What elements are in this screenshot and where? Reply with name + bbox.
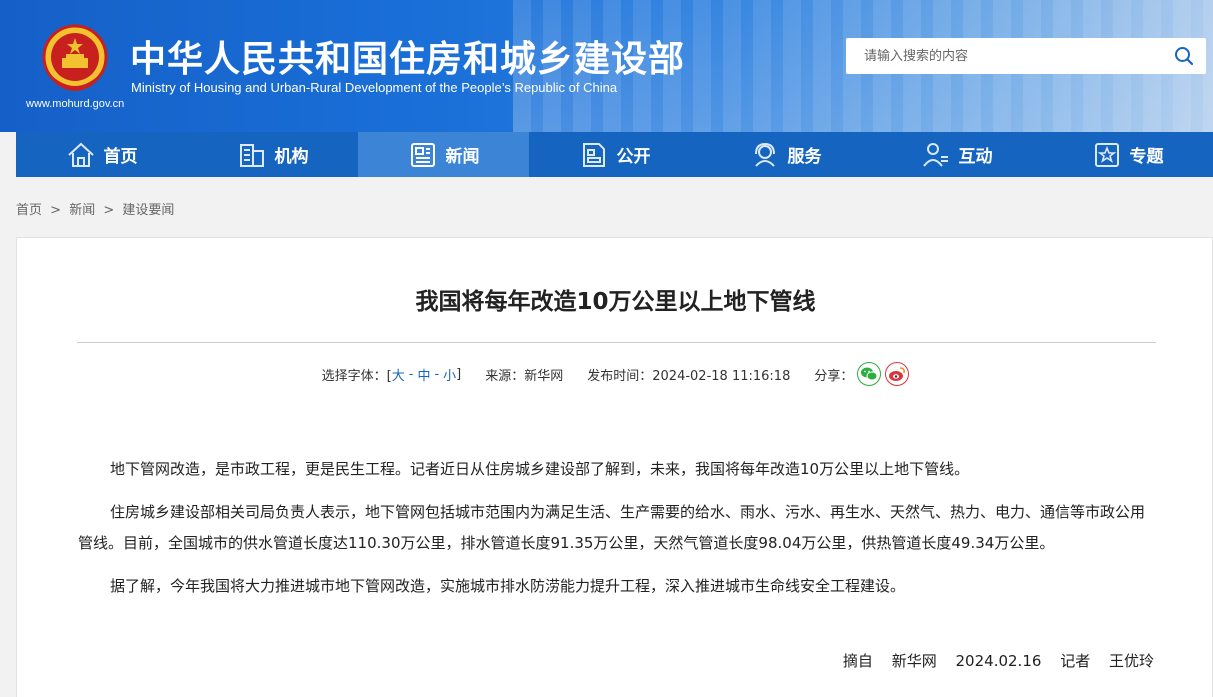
nav-label: 新闻: [445, 147, 480, 167]
font-size-medium[interactable]: 中: [417, 365, 430, 384]
service-icon: [754, 142, 775, 167]
breadcrumb-news[interactable]: 新闻: [69, 203, 95, 218]
font-size-dash: -: [434, 366, 440, 382]
share-wechat-button[interactable]: [857, 362, 882, 386]
article-paragraph: 住房城乡建设部相关司局负责人表示，地下管网包括城市范围内为满足生活、生产需要的给…: [78, 503, 1146, 552]
search-box: [846, 38, 1206, 74]
sign-date: 2024.02.16: [955, 652, 1042, 670]
article-paragraph: 地下管网改造，是市政工程，更是民生工程。记者近日从住房城乡建设部了解到，未来，我…: [110, 460, 970, 478]
font-size-dash: -: [408, 366, 414, 382]
nav-item-service[interactable]: 服务: [700, 132, 871, 177]
interaction-icon: [922, 142, 948, 167]
font-size-large[interactable]: 大: [392, 365, 405, 384]
sign-source: 新华网: [891, 652, 937, 670]
article-meta: 选择字体：[ 大 - 中 - 小 ] 来源：新华网 发布时间：2024-02-1…: [17, 362, 1213, 386]
breadcrumb-separator: >: [50, 203, 62, 218]
sign-excerpt: 摘自: [842, 652, 873, 670]
article-container: 我国将每年改造10万公里以上地下管线 选择字体：[ 大 - 中 - 小 ] 来源…: [16, 237, 1213, 697]
sign-reporter: 王优玲: [1108, 652, 1154, 670]
nav-label: 首页: [103, 147, 138, 167]
breadcrumb-construction-news[interactable]: 建设要闻: [122, 203, 174, 218]
breadcrumb-separator: >: [103, 203, 115, 218]
breadcrumb-home[interactable]: 首页: [16, 203, 42, 218]
site-header: www.mohurd.gov.cn 中华人民共和国住房和城乡建设部 Minist…: [0, 0, 1213, 132]
article-title: 我国将每年改造10万公里以上地下管线: [415, 289, 816, 315]
document-icon: [582, 142, 605, 167]
nav-item-news[interactable]: 新闻: [358, 132, 529, 177]
title-divider: [77, 342, 1156, 343]
nav-item-home[interactable]: 首页: [16, 132, 187, 177]
font-size-close: ]: [456, 366, 462, 382]
article-source: 来源：新华网: [485, 368, 564, 384]
breadcrumb: 首页 > 新闻 > 建设要闻: [16, 199, 174, 218]
nav-label: 公开: [616, 147, 651, 167]
font-size-small[interactable]: 小: [443, 365, 456, 384]
sign-reporter-label: 记者: [1060, 652, 1091, 670]
font-size-selector: 选择字体：[ 大 - 中 - 小 ]: [322, 365, 462, 384]
site-title-english: Ministry of Housing and Urban-Rural Deve…: [131, 80, 618, 95]
font-size-label: 选择字体：[: [321, 368, 392, 384]
site-url: www.mohurd.gov.cn: [26, 98, 125, 110]
share-group: 分享：: [814, 362, 910, 386]
publish-time: 发布时间：2024-02-18 11:16:18: [587, 368, 791, 384]
nav-label: 机构: [274, 147, 309, 167]
nav-label: 互动: [958, 147, 993, 167]
site-title[interactable]: 中华人民共和国住房和城乡建设部: [130, 30, 685, 82]
share-label: 分享：: [814, 368, 854, 384]
search-icon: [1175, 47, 1194, 66]
search-input[interactable]: [846, 38, 1162, 74]
weibo-icon: [889, 367, 906, 381]
nav-label: 服务: [787, 147, 822, 167]
nav-item-interaction[interactable]: 互动: [871, 132, 1042, 177]
building-icon: [239, 143, 264, 167]
search-button[interactable]: [1162, 38, 1206, 74]
wechat-icon: [861, 367, 878, 381]
news-icon: [410, 142, 435, 167]
article-body: 地下管网改造，是市政工程，更是民生工程。记者近日从住房城乡建设部了解到，未来，我…: [78, 454, 1158, 614]
home-icon: [67, 142, 94, 167]
nav-item-public[interactable]: 公开: [529, 132, 700, 177]
national-emblem-icon[interactable]: [42, 24, 108, 94]
article-paragraph: 据了解，今年我国将大力推进城市地下管网改造，实施城市排水防涝能力提升工程，深入推…: [110, 577, 906, 595]
share-weibo-button[interactable]: [885, 362, 910, 386]
nav-item-topic[interactable]: 专题: [1042, 132, 1213, 177]
nav-item-organization[interactable]: 机构: [187, 132, 358, 177]
nav-label: 专题: [1129, 147, 1164, 167]
main-nav: 首页 机构 新闻 公开 服务 互动 专题: [16, 132, 1213, 177]
topic-icon: [1094, 142, 1119, 167]
article-signature: 摘自 新华网 2024.02.16 记者 王优玲: [829, 650, 1154, 671]
